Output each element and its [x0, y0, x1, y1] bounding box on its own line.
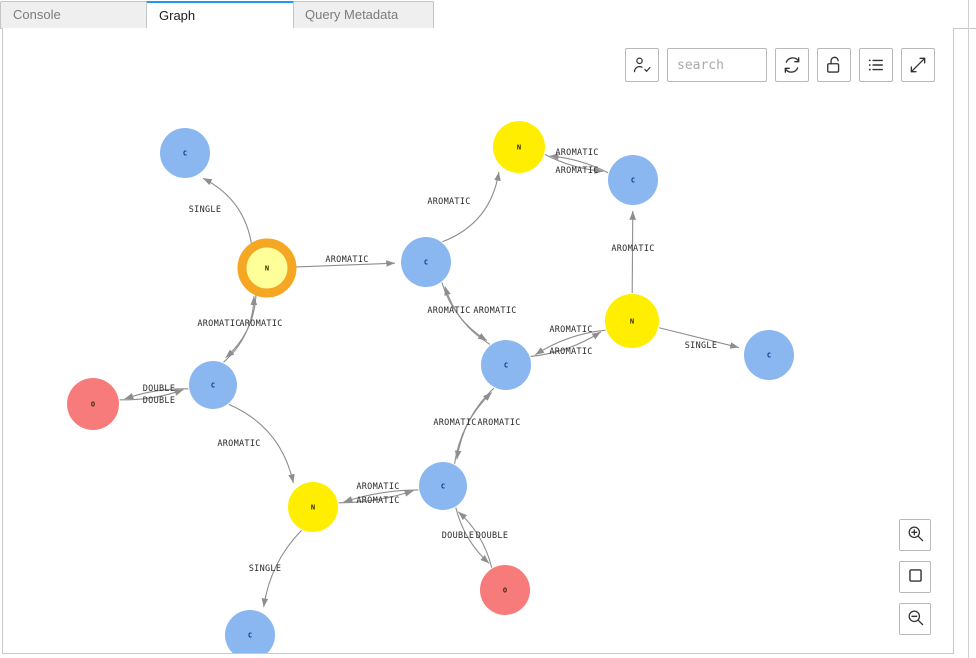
node-label: C [504, 362, 508, 370]
fit-to-screen-button[interactable] [899, 561, 931, 593]
graph-node[interactable]: C [401, 237, 451, 287]
graph-node[interactable]: N [493, 121, 545, 173]
node-label: N [517, 144, 521, 152]
edge-label: AROMATIC [611, 244, 654, 254]
app-root: Console Graph Query Metadata SINGLE AROMA… [0, 0, 976, 658]
zoom-controls [899, 519, 931, 635]
graph-node[interactable]: C [481, 340, 531, 390]
unlock-button[interactable] [817, 48, 851, 82]
edge-label-layer: SINGLEAROMATICAROMATICAROMATICDOUBLEDOUB… [143, 148, 718, 574]
edge-label: AROMATIC [325, 255, 368, 265]
edge-label: AROMATIC [217, 439, 260, 449]
graph-node[interactable]: O [67, 378, 119, 430]
edge-label: AROMATIC [473, 306, 516, 316]
refresh-button[interactable] [775, 48, 809, 82]
edge-label: SINGLE [189, 205, 222, 215]
node-label: C [211, 382, 215, 390]
person-check-button[interactable] [625, 48, 659, 82]
graph-node[interactable]: N [237, 238, 297, 298]
node-label: O [503, 587, 507, 595]
graph-node[interactable]: C [189, 361, 237, 409]
zoom-in-icon [906, 524, 925, 546]
zoom-out-button[interactable] [899, 603, 931, 635]
list-icon [866, 55, 886, 75]
expand-icon [908, 55, 928, 75]
graph-node[interactable]: N [605, 294, 659, 348]
tab-graph[interactable]: Graph [146, 1, 294, 28]
edge-label: DOUBLE [143, 384, 176, 394]
graph-node[interactable]: C [608, 155, 658, 205]
graph-svg: SINGLEAROMATICAROMATICAROMATICDOUBLEDOUB… [67, 121, 794, 654]
graph-node[interactable]: C [225, 610, 275, 654]
zoom-in-button[interactable] [899, 519, 931, 551]
graph-node[interactable]: C [160, 128, 210, 178]
fit-to-screen-icon [906, 566, 925, 588]
edge-label: AROMATIC [549, 347, 592, 357]
graph-edge[interactable] [454, 392, 493, 464]
person-check-icon [632, 55, 652, 75]
node-label: C [631, 177, 635, 185]
graph-panel: SINGLE AROMATIC AROMATIC AROMATIC DOUBLE DOUB… [2, 28, 954, 654]
graph-node[interactable]: C [419, 462, 467, 510]
edge-label: DOUBLE [476, 531, 509, 541]
edge-label: DOUBLE [442, 531, 475, 541]
node-label: N [265, 265, 269, 273]
edge-label: SINGLE [249, 564, 282, 574]
panel-right-rule [968, 0, 969, 658]
node-label: C [248, 632, 252, 640]
graph-node[interactable]: N [288, 482, 338, 532]
edge-label: AROMATIC [197, 319, 240, 329]
zoom-out-icon [906, 608, 925, 630]
edge-label: AROMATIC [239, 319, 282, 329]
edge-label: SINGLE [685, 341, 718, 351]
edge-label: AROMATIC [356, 496, 399, 506]
graph-edge[interactable] [223, 296, 258, 363]
tab-query-metadata[interactable]: Query Metadata [292, 1, 434, 28]
edge-label: AROMATIC [477, 418, 520, 428]
node-label: C [767, 352, 771, 360]
graph-node[interactable]: C [744, 330, 794, 380]
edge-label: DOUBLE [143, 396, 176, 406]
edge-label: AROMATIC [433, 418, 476, 428]
list-button[interactable] [859, 48, 893, 82]
graph-canvas[interactable]: SINGLE AROMATIC AROMATIC AROMATIC DOUBLE DOUB… [3, 28, 953, 654]
graph-node[interactable]: O [480, 565, 530, 615]
node-label: O [91, 401, 95, 409]
edge-label: AROMATIC [549, 325, 592, 335]
edge-label: AROMATIC [555, 148, 598, 158]
graph-toolbar [625, 48, 935, 82]
tab-console[interactable]: Console [0, 1, 148, 28]
unlock-icon [824, 55, 844, 75]
node-label: C [424, 259, 428, 267]
edge-label: AROMATIC [555, 166, 598, 176]
search-input[interactable] [667, 48, 767, 82]
tab-bar: Console Graph Query Metadata [0, 0, 976, 29]
refresh-icon [782, 55, 802, 75]
node-label: N [311, 504, 315, 512]
edge-label: AROMATIC [356, 482, 399, 492]
node-label: N [630, 318, 634, 326]
node-label: C [183, 150, 187, 158]
node-label: C [441, 483, 445, 491]
edge-label: AROMATIC [427, 306, 470, 316]
edge-label: AROMATIC [427, 197, 470, 207]
expand-button[interactable] [901, 48, 935, 82]
